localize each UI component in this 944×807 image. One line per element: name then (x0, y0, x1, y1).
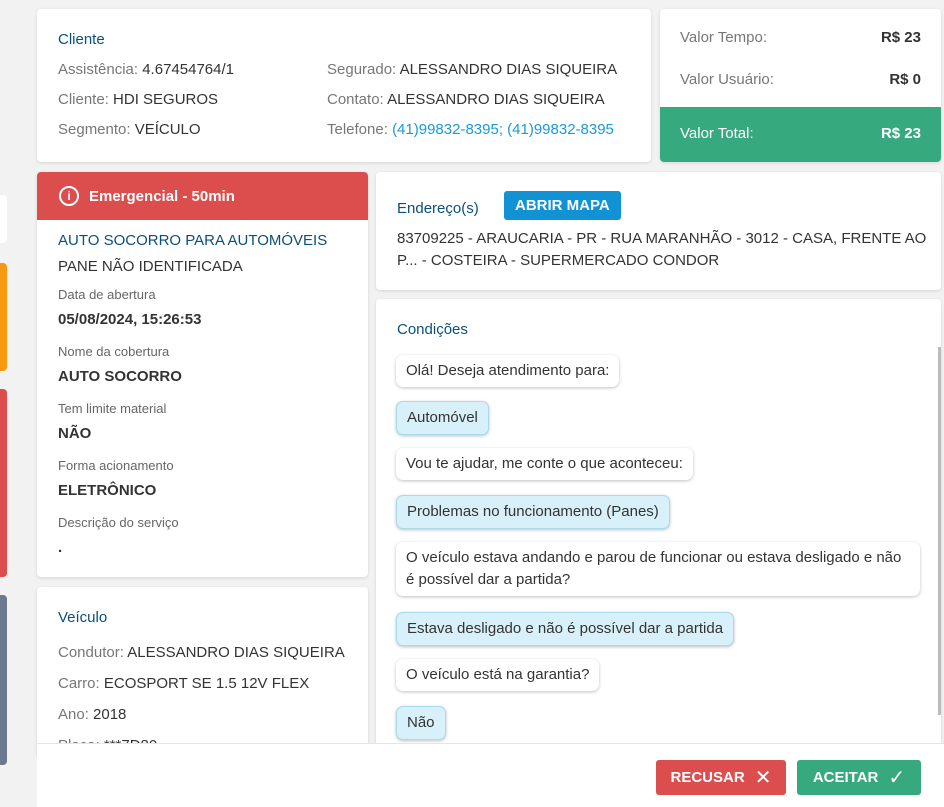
question-bubble: Vou te ajudar, me conte o que aconteceu: (396, 448, 693, 480)
field-value: 2018 (93, 706, 127, 723)
veiculo-field: Condutor: ALESSANDRO DIAS SIQUEIRA (58, 644, 345, 661)
field-value: AUTO SOCORRO (58, 368, 182, 385)
aceitar-button[interactable]: ACEITAR ✓ (797, 760, 921, 795)
check-icon: ✓ (888, 767, 906, 789)
cliente-field: Contato: ALESSANDRO DIAS SIQUEIRA (327, 91, 605, 108)
abrir-mapa-button[interactable]: ABRIR MAPA (504, 191, 621, 220)
field-value: 05/08/2024, 15:26:53 (58, 311, 202, 328)
field-value: ALESSANDRO DIAS SIQUEIRA (399, 61, 618, 78)
condicoes-title: Condições (397, 321, 468, 338)
field-value: VEÍCULO (134, 121, 201, 138)
field-value: ECOSPORT SE 1.5 12V FLEX (103, 675, 310, 692)
cliente-title: Cliente (58, 31, 105, 48)
valor-tempo-label: Valor Tempo: (680, 29, 767, 46)
endereco-line: 83709225 - ARAUCARIA - PR - RUA MARANHÃO… (397, 230, 927, 247)
veiculo-field: Carro: ECOSPORT SE 1.5 12V FLEX (58, 675, 309, 692)
cliente-field: Cliente: HDI SEGUROS (58, 91, 218, 108)
field-value: ELETRÔNICO (58, 482, 157, 499)
answer-bubble: Automóvel (396, 401, 489, 435)
side-tab[interactable] (0, 195, 7, 243)
field-label: Segurado: (327, 61, 397, 78)
valor-tempo: R$ 23 (880, 29, 921, 46)
side-tab[interactable] (0, 595, 7, 765)
scrollbar[interactable] (938, 347, 941, 715)
question-bubble: O veículo está na garantia? (396, 659, 600, 691)
action-bar: RECUSAR ✕ ACEITAR ✓ (37, 743, 944, 807)
valor-usuario: R$ 0 (889, 71, 921, 88)
answer-bubble: Estava desligado e não é possível dar a … (396, 612, 735, 646)
cliente-card: Cliente Assistência: 4.67454764/1 Cliente… (37, 9, 651, 162)
servico-card: i Emergencial - 50min AUTO SOCORRO PARA … (37, 172, 368, 577)
valores-card: Valor Tempo: R$ 23 Valor Usuário: R$ 0 V… (660, 9, 941, 162)
answer-bubble: Problemas no funcionamento (Panes) (396, 495, 670, 529)
servico-subtitle: PANE NÃO IDENTIFICADA (58, 258, 243, 275)
field-value: ALESSANDRO DIAS SIQUEIRA (127, 644, 345, 661)
field-value: 4.67454764/1 (142, 61, 234, 78)
field-label: Descrição do serviço (58, 515, 179, 530)
answer-bubble: Não (396, 706, 446, 740)
valor-total: R$ 23 (880, 125, 921, 142)
veiculo-field: Ano: 2018 (58, 706, 126, 723)
valor-usuario-label: Valor Usuário: (680, 71, 774, 88)
side-tab[interactable] (0, 389, 7, 577)
field-value: . (58, 539, 63, 556)
endereco-card: Endereço(s) ABRIR MAPA 83709225 - ARAUCA… (376, 172, 941, 290)
field-label: Tem limite material (58, 401, 167, 416)
recusar-button[interactable]: RECUSAR ✕ (656, 760, 786, 795)
field-label: Carro: (58, 675, 100, 692)
field-label: Condutor: (58, 644, 124, 661)
field-label: Contato: (327, 91, 384, 108)
cliente-field: Telefone: (41)99832-8395; (41)99832-8395 (327, 121, 614, 138)
field-label: Data de abertura (58, 287, 156, 302)
cliente-field: Segurado: ALESSANDRO DIAS SIQUEIRA (327, 61, 617, 78)
veiculo-title: Veículo (58, 609, 108, 626)
servico-title: AUTO SOCORRO PARA AUTOMÓVEIS (58, 232, 328, 249)
recusar-label: RECUSAR (670, 769, 745, 786)
field-label: Assistência: (58, 61, 139, 78)
cliente-field: Segmento: VEÍCULO (58, 121, 201, 138)
priority-banner: i Emergencial - 50min (37, 172, 368, 220)
info-circle-icon: i (59, 186, 79, 206)
veiculo-card: Veículo Condutor: ALESSANDRO DIAS SIQUEI… (37, 587, 368, 757)
field-label: Segmento: (58, 121, 131, 138)
close-icon: ✕ (754, 767, 772, 789)
endereco-line: P... - COSTEIRA - SUPERMERCADO CONDOR (397, 252, 720, 269)
aceitar-label: ACEITAR (812, 769, 879, 786)
field-label: Ano: (58, 706, 89, 723)
endereco-title: Endereço(s) (397, 200, 479, 217)
field-label: Nome da cobertura (58, 344, 170, 359)
field-value: ALESSANDRO DIAS SIQUEIRA (387, 91, 605, 108)
priority-text: Emergencial - 50min (89, 187, 235, 205)
valor-total-bar: Valor Total: R$ 23 (660, 107, 941, 162)
question-bubble: Olá! Deseja atendimento para: (396, 355, 620, 387)
field-value[interactable]: (41)99832-8395; (41)99832-8395 (392, 121, 614, 138)
cliente-field: Assistência: 4.67454764/1 (58, 61, 234, 78)
field-label: Telefone: (327, 121, 388, 138)
field-label: Forma acionamento (58, 458, 174, 473)
field-label: Cliente: (58, 91, 109, 108)
field-value: NÃO (58, 425, 92, 442)
field-value: HDI SEGUROS (113, 91, 219, 108)
question-bubble: O veículo estava andando e parou de func… (396, 542, 920, 596)
side-tab[interactable] (0, 263, 7, 371)
valor-total-label: Valor Total: (680, 125, 754, 142)
